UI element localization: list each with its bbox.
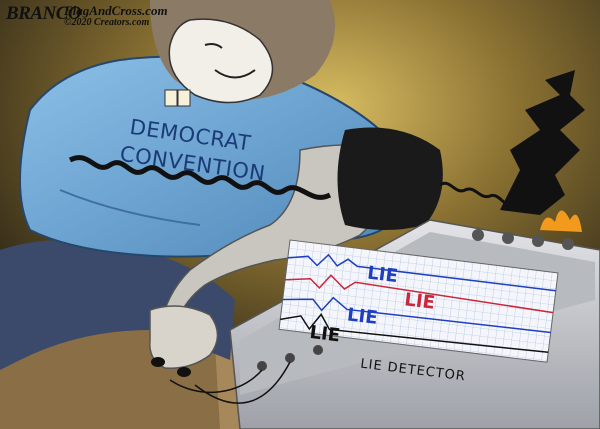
cartoon-illustration [0, 0, 600, 429]
artist-credit: BRANCO FlagAndCross.com ©2020 Creators.c… [6, 3, 168, 28]
pressure-cuff [337, 127, 443, 230]
finger-sensor [151, 357, 165, 367]
copyright-notice: ©2020 Creators.com [64, 17, 150, 28]
cartoon-scene: LIE LIE LIE LIE BRANCO FlagAndCross.com … [0, 0, 600, 429]
